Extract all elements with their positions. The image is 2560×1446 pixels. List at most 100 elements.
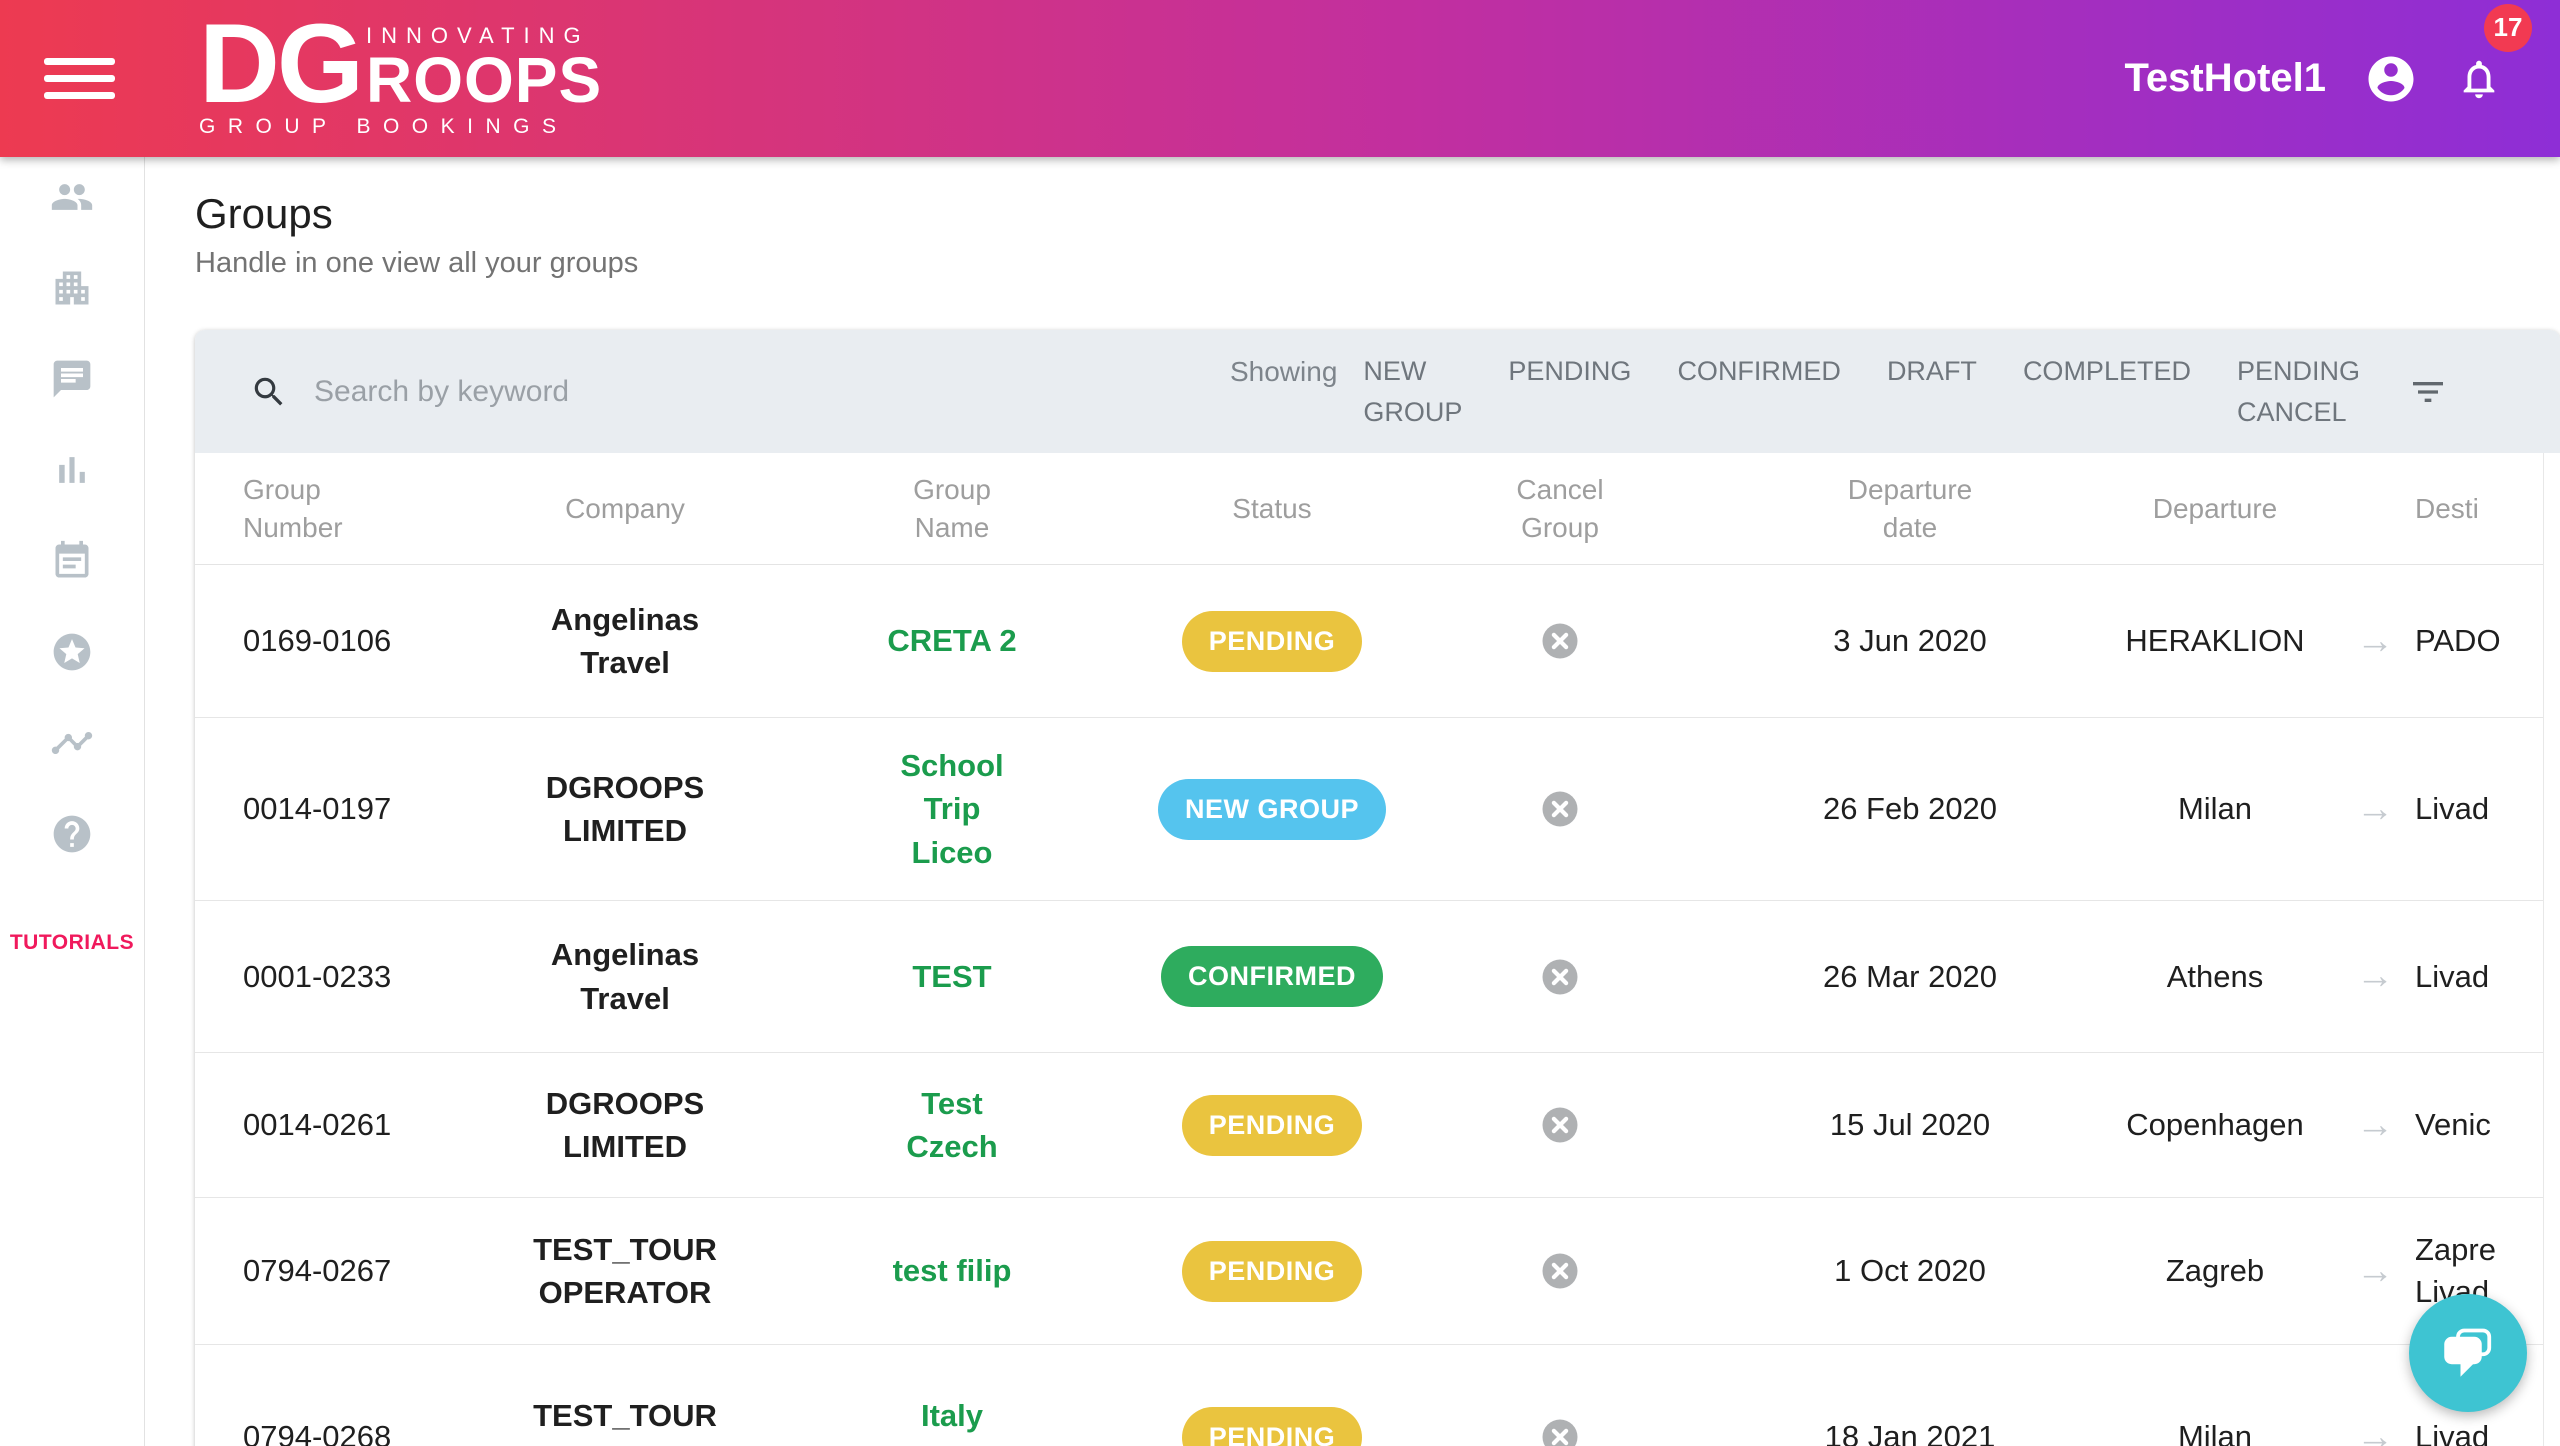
people-icon[interactable]	[50, 175, 94, 219]
departure-date-cell: 15 Jul 2020	[1725, 1107, 2095, 1143]
group-name-link[interactable]: School Trip Liceo	[755, 744, 1149, 874]
destination-cell: Livad	[2415, 956, 2560, 998]
col-destination: Desti	[2415, 490, 2560, 528]
route-arrow-icon: →	[2335, 955, 2415, 998]
col-status: Status	[1149, 490, 1395, 528]
table-toolbar: Showing NEW GROUP PENDING CONFIRMED DRAF…	[195, 330, 2560, 453]
notifications-bell-icon[interactable]: 17	[2456, 56, 2502, 102]
group-number-cell: 0014-0197	[195, 791, 495, 827]
table-row[interactable]: 0794-0267 TEST_TOUR OPERATOR test filip …	[195, 1198, 2560, 1345]
page-title: Groups	[195, 189, 2560, 239]
group-name-link[interactable]: CRETA 2	[755, 619, 1149, 662]
main-content: Groups Handle in one view all your group…	[145, 157, 2560, 1446]
table-row[interactable]: 0014-0261 DGROOPS LIMITED Test Czech PEN…	[195, 1053, 2560, 1198]
calendar-icon[interactable]	[50, 539, 94, 583]
status-badge: PENDING	[1182, 1095, 1363, 1156]
status-badge: PENDING	[1182, 611, 1363, 672]
group-number-cell: 0014-0261	[195, 1107, 495, 1143]
cancel-group-button[interactable]	[1539, 788, 1581, 830]
group-number-cell: 0794-0268	[195, 1419, 495, 1446]
destination-cell: Venic	[2415, 1104, 2560, 1146]
filter-confirmed[interactable]: CONFIRMED	[1677, 351, 1841, 392]
departure-date-cell: 26 Feb 2020	[1725, 791, 2095, 827]
company-cell: DGROOPS LIMITED	[495, 766, 755, 853]
table-row[interactable]: 0001-0233 Angelinas Travel TEST CONFIRME…	[195, 901, 2560, 1053]
cancel-group-button[interactable]	[1539, 1416, 1581, 1446]
group-name-link[interactable]: TEST	[755, 955, 1149, 998]
filter-draft[interactable]: DRAFT	[1887, 351, 1977, 392]
cancel-group-button[interactable]	[1539, 956, 1581, 998]
sidebar: TUTORIALS	[0, 157, 145, 1446]
departure-cell: Milan	[2095, 791, 2335, 827]
status-badge: PENDING	[1182, 1407, 1363, 1446]
help-icon[interactable]	[50, 812, 94, 856]
app-header: DG INNOVATING ROOPS GROUP BOOKINGS TestH…	[0, 0, 2560, 157]
col-company: Company	[495, 490, 755, 528]
cancel-group-button[interactable]	[1539, 1104, 1581, 1146]
filter-list-icon[interactable]	[2408, 372, 2448, 412]
building-icon[interactable]	[50, 266, 94, 310]
filter-new-group[interactable]: NEW GROUP	[1363, 351, 1462, 432]
user-name[interactable]: TestHotel1	[2124, 56, 2326, 101]
chat-bubbles-icon	[2438, 1323, 2498, 1383]
logo-tagline: GROUP BOOKINGS	[199, 115, 602, 139]
group-number-cell: 0001-0233	[195, 959, 495, 995]
destination-cell: PADO	[2415, 620, 2560, 662]
departure-date-cell: 3 Jun 2020	[1725, 623, 2095, 659]
route-arrow-icon: →	[2335, 620, 2415, 663]
route-arrow-icon: →	[2335, 1104, 2415, 1147]
departure-cell: Athens	[2095, 959, 2335, 995]
route-arrow-icon: →	[2335, 1416, 2415, 1446]
showing-label: Showing	[1230, 351, 1337, 393]
chat-fab-button[interactable]	[2409, 1294, 2527, 1412]
bar-chart-icon[interactable]	[50, 448, 94, 492]
departure-cell: HERAKLION	[2095, 623, 2335, 659]
group-name-link[interactable]: Test Czech	[755, 1082, 1149, 1169]
col-departure: Departure	[2095, 490, 2335, 528]
col-group-name: Group Name	[755, 471, 1149, 547]
tutorials-link[interactable]: TUTORIALS	[10, 931, 134, 955]
table-header-row: Group Number Company Group Name Status C…	[195, 453, 2560, 565]
search-icon	[250, 373, 288, 411]
destination-cell: Livad	[2415, 1416, 2560, 1446]
table-row[interactable]: 0169-0106 Angelinas Travel CRETA 2 PENDI…	[195, 565, 2560, 718]
departure-cell: Milan	[2095, 1419, 2335, 1446]
notification-count-badge: 17	[2484, 4, 2532, 52]
filter-pending-cancel[interactable]: PENDING CANCEL	[2237, 351, 2360, 432]
route-arrow-icon: →	[2335, 788, 2415, 831]
table-row[interactable]: 0014-0197 DGROOPS LIMITED School Trip Li…	[195, 718, 2560, 901]
col-group-number: Group Number	[195, 471, 495, 547]
route-arrow-icon: →	[2335, 1250, 2415, 1293]
star-icon[interactable]	[50, 630, 94, 674]
hamburger-menu-icon[interactable]	[44, 58, 115, 99]
destination-cell: Livad	[2415, 788, 2560, 830]
groups-table-card: Showing NEW GROUP PENDING CONFIRMED DRAF…	[195, 330, 2560, 1446]
departure-date-cell: 1 Oct 2020	[1725, 1253, 2095, 1289]
company-cell: DGROOPS LIMITED	[495, 1082, 755, 1169]
filter-completed[interactable]: COMPLETED	[2023, 351, 2191, 392]
timeline-icon[interactable]	[50, 721, 94, 765]
status-badge: NEW GROUP	[1158, 779, 1386, 840]
status-filters: NEW GROUP PENDING CONFIRMED DRAFT COMPLE…	[1363, 351, 2360, 432]
cancel-group-button[interactable]	[1539, 620, 1581, 662]
col-departure-date: Departure date	[1725, 471, 2095, 547]
filter-pending[interactable]: PENDING	[1508, 351, 1631, 392]
group-name-link[interactable]: Italy Coscritti	[755, 1394, 1149, 1446]
table-row[interactable]: 0794-0268 TEST_TOUR OPERATOR Italy Coscr…	[195, 1345, 2560, 1446]
departure-date-cell: 26 Mar 2020	[1725, 959, 2095, 995]
cancel-group-button[interactable]	[1539, 1250, 1581, 1292]
company-cell: TEST_TOUR OPERATOR	[495, 1394, 755, 1446]
chat-icon[interactable]	[50, 357, 94, 401]
status-badge: CONFIRMED	[1161, 946, 1383, 1007]
col-cancel-group: Cancel Group	[1395, 471, 1725, 547]
account-avatar-icon[interactable]	[2364, 52, 2418, 106]
search-input[interactable]	[314, 375, 1230, 409]
departure-cell: Zagreb	[2095, 1253, 2335, 1289]
group-number-cell: 0169-0106	[195, 623, 495, 659]
company-cell: Angelinas Travel	[495, 598, 755, 685]
page-subtitle: Handle in one view all your groups	[195, 245, 2560, 283]
table-scrollbar-track[interactable]	[2543, 453, 2560, 1446]
departure-date-cell: 18 Jan 2021	[1725, 1419, 2095, 1446]
group-number-cell: 0794-0267	[195, 1253, 495, 1289]
group-name-link[interactable]: test filip	[755, 1249, 1149, 1292]
